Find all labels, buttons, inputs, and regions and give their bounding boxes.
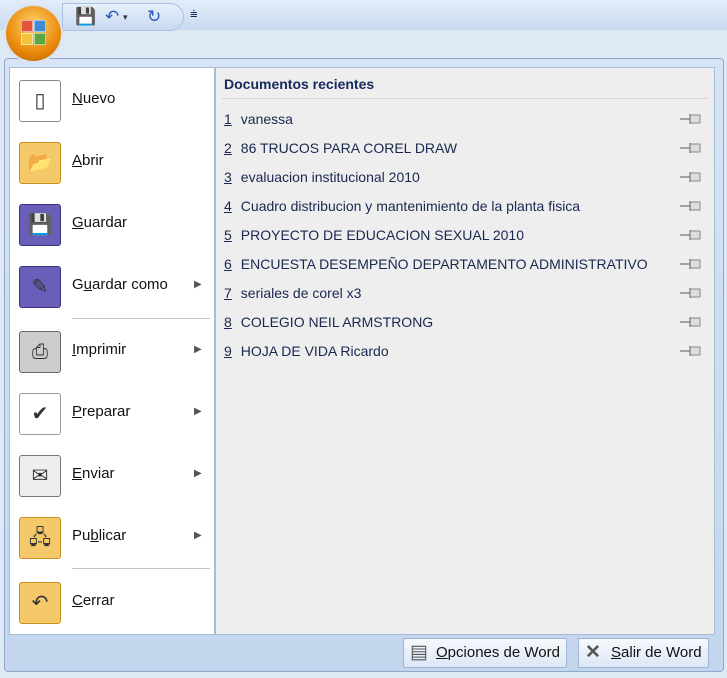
enviar-icon: ✉	[19, 455, 61, 497]
submenu-arrow-icon: ▶	[194, 344, 202, 355]
recent-document-item[interactable]: 8 COLEGIO NEIL ARMSTRONG	[224, 309, 706, 335]
exit-word-button[interactable]: ✕ Salir de Word	[578, 638, 709, 668]
pin-icon[interactable]	[680, 143, 702, 153]
guardar-icon: 💾	[19, 204, 61, 246]
publicar-icon: 🖧	[19, 517, 61, 559]
office-logo-icon	[21, 20, 33, 32]
preparar-icon: ✔	[19, 393, 61, 435]
pin-icon[interactable]	[680, 114, 702, 124]
menu-item-label: Publicar	[72, 527, 127, 544]
title-bar: 💾 ↶ ▾ ↻ ⩧	[0, 0, 727, 31]
customize-toolbar-icon[interactable]: ⩧	[190, 6, 198, 22]
nuevo-icon: ▯	[19, 80, 61, 122]
menu-item-abrir[interactable]: 📂 Abrir	[10, 132, 214, 190]
quick-access-toolbar: 💾 ↶ ▾ ↻	[62, 3, 184, 31]
menu-item-nuevo[interactable]: ▯ Nuevo	[10, 70, 214, 128]
recent-document-item[interactable]: 2 86 TRUCOS PARA COREL DRAW	[224, 135, 706, 161]
menu-item-label: Enviar	[72, 465, 115, 482]
undo-icon[interactable]: ↶	[105, 7, 119, 27]
recent-documents-pane: Documentos recientes 1 vanessa 2 86 TRUCOS…	[215, 67, 715, 635]
menu-item-label: Guardar	[72, 214, 128, 231]
recent-document-item[interactable]: 3 evaluacion institucional 2010	[224, 164, 706, 190]
guardar-como-icon: ✎	[19, 266, 61, 308]
recent-document-item[interactable]: 1 vanessa	[224, 106, 706, 132]
pin-icon[interactable]	[680, 172, 702, 182]
menu-item-imprimir[interactable]: ⎙ Imprimir ▶	[10, 321, 214, 379]
menu-item-guardar[interactable]: 💾 Guardar	[10, 194, 214, 252]
divider	[72, 318, 210, 319]
pin-icon[interactable]	[680, 230, 702, 240]
menu-item-cerrar[interactable]: ↶ Cerrar	[10, 572, 214, 630]
save-icon[interactable]: 💾	[75, 7, 96, 27]
recent-document-item[interactable]: 5 PROYECTO DE EDUCACION SEXUAL 2010	[224, 222, 706, 248]
imprimir-icon: ⎙	[19, 331, 61, 373]
menu-item-preparar[interactable]: ✔ Preparar ▶	[10, 383, 214, 441]
pin-icon[interactable]	[680, 288, 702, 298]
menu-item-label: Imprimir	[72, 341, 127, 358]
submenu-arrow-icon: ▶	[194, 530, 202, 541]
menu-item-publicar[interactable]: 🖧 Publicar ▶	[10, 507, 214, 565]
submenu-arrow-icon: ▶	[194, 279, 202, 290]
recent-document-item[interactable]: 9 HOJA DE VIDA Ricardo	[224, 338, 706, 364]
menu-item-enviar[interactable]: ✉ Enviar ▶	[10, 445, 214, 503]
office-button[interactable]	[6, 6, 61, 61]
divider	[222, 98, 708, 99]
menu-item-label: Guardar como	[72, 276, 168, 293]
recent-document-item[interactable]: 6 ENCUESTA DESEMPEÑO DEPARTAMENTO ADMINIS…	[224, 251, 706, 277]
menu-item-label: Abrir	[72, 152, 104, 169]
recent-document-item[interactable]: 7 seriales de corel x3	[224, 280, 706, 306]
recent-document-item[interactable]: 4 Cuadro distribucion y mantenimiento de …	[224, 193, 706, 219]
menu-item-guardar-como[interactable]: ✎ Guardar como ▶	[10, 256, 214, 314]
divider	[72, 568, 210, 569]
pin-icon[interactable]	[680, 201, 702, 211]
menu-item-label: Preparar	[72, 403, 131, 420]
recent-documents-title: Documentos recientes	[224, 76, 375, 92]
menu-item-label: Nuevo	[72, 90, 116, 107]
submenu-arrow-icon: ▶	[194, 468, 202, 479]
pin-icon[interactable]	[680, 259, 702, 269]
submenu-arrow-icon: ▶	[194, 406, 202, 417]
redo-icon[interactable]: ↻	[147, 7, 161, 27]
close-icon: ✕	[585, 642, 601, 663]
cerrar-icon: ↶	[19, 582, 61, 624]
options-icon: ▤	[410, 642, 428, 663]
office-menu: ▯ Nuevo 📂 Abrir 💾 Guardar ✎ Guardar como ▶ ⎙ …	[4, 58, 724, 672]
pin-icon[interactable]	[680, 317, 702, 327]
abrir-icon: 📂	[19, 142, 61, 184]
menu-footer: ▤ Opciones de Word ✕ Salir de Word	[5, 635, 723, 671]
commands-pane: ▯ Nuevo 📂 Abrir 💾 Guardar ✎ Guardar como ▶ ⎙ …	[9, 67, 215, 635]
menu-item-label: Cerrar	[72, 592, 115, 609]
word-options-button[interactable]: ▤ Opciones de Word	[403, 638, 567, 668]
undo-dropdown-icon[interactable]: ▾	[123, 12, 128, 23]
pin-icon[interactable]	[680, 346, 702, 356]
